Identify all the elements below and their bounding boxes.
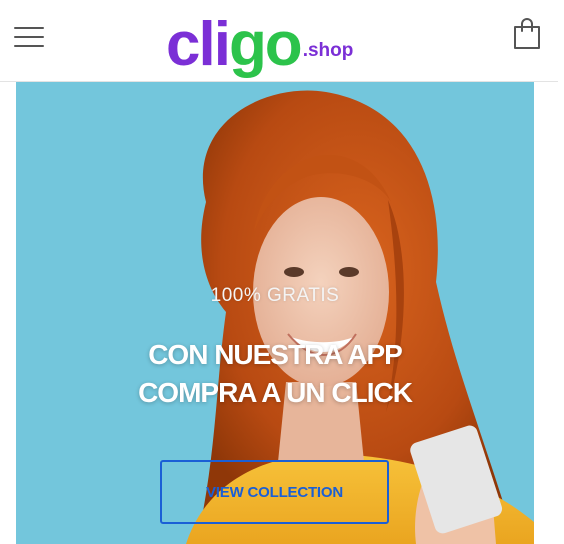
logo-accent: go <box>228 10 303 79</box>
site-header: cligo .shop <box>0 0 558 82</box>
hamburger-menu-icon[interactable] <box>14 25 46 49</box>
hero-banner: 100% GRATIS CON NUESTRA APP COMPRA A UN … <box>16 82 534 544</box>
logo-prefix: cli <box>166 10 231 79</box>
menu-bar <box>14 36 44 38</box>
menu-bar <box>14 27 44 29</box>
hero-kicker: 100% GRATIS <box>210 285 340 306</box>
page: cligo .shop 100% GRATIS CON NUESTRA APP … <box>0 0 564 544</box>
site-logo[interactable]: cligo .shop <box>166 0 353 76</box>
shopping-bag-svg <box>514 18 540 49</box>
logo-wordmark: cligo <box>166 14 303 76</box>
logo-tld: .shop <box>302 40 354 61</box>
menu-bar <box>14 45 44 47</box>
view-collection-button[interactable]: VIEW COLLECTION <box>160 460 389 524</box>
hero-title-line-2: COMPRA A UN CLICK <box>138 377 413 408</box>
shopping-bag-icon[interactable] <box>512 18 542 50</box>
hero-title-line-1: CON NUESTRA APP <box>148 339 403 370</box>
